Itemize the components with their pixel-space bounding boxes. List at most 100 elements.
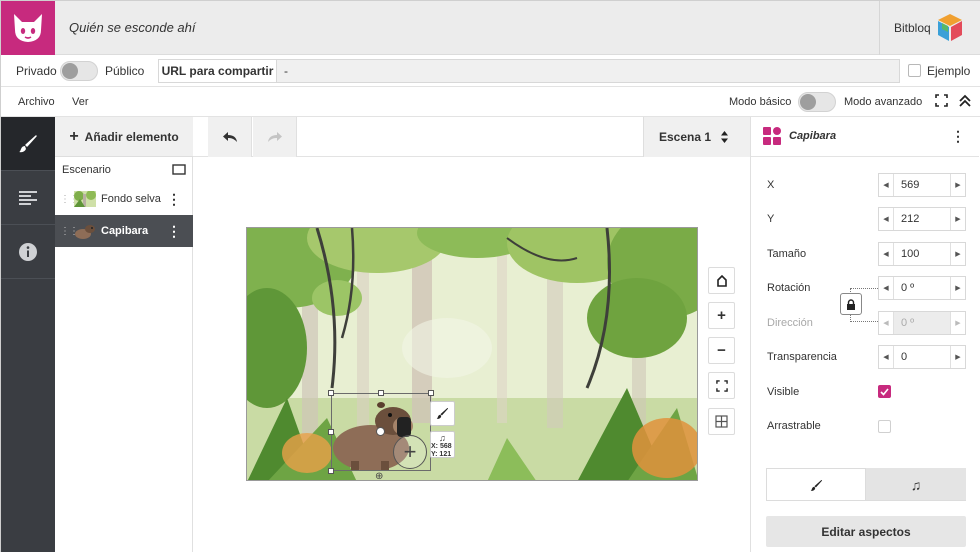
undo-icon [222,132,237,142]
zoom-out-button[interactable]: − [708,337,735,364]
fullscreen-icon [715,379,728,392]
decrement-icon[interactable]: ◀ [879,243,893,265]
menu-file[interactable]: Archivo [18,96,55,108]
x-label: X [767,179,775,191]
public-label: Público [105,64,145,78]
coord-readout-y: Y: 121 [431,451,452,458]
scene-selector[interactable]: Escena 1 [643,117,751,157]
x-value[interactable]: 569 [893,174,951,196]
drag-handle-icon[interactable]: ⋮⋮ [60,194,79,205]
visibility-toggle[interactable] [60,61,98,81]
advanced-mode-label: Modo avanzado [844,96,923,108]
move-crosshair-icon[interactable]: + [393,435,427,469]
scenario-label: Escenario [62,164,111,176]
increment-icon[interactable]: ▶ [951,174,965,196]
bitbloq-cube-icon[interactable] [936,13,964,46]
code-tab[interactable] [1,171,55,225]
share-url-button[interactable]: URL para compartir [158,59,276,83]
add-element-button[interactable]: + Añadir elemento [55,117,193,157]
sounds-tab[interactable]: ♫ [866,468,966,501]
jungle-thumbnail [74,191,96,207]
resize-handle[interactable] [328,429,334,435]
direction-label: Dirección [767,317,813,329]
mode-toggle[interactable] [798,92,836,112]
home-view-button[interactable] [708,267,735,294]
anchor-icon[interactable]: ⊕ [375,471,383,482]
decrement-icon: ◀ [883,320,889,327]
grid-toggle-button[interactable] [708,408,735,435]
stage-view-icon[interactable] [172,164,186,178]
direction-value: 0 º [893,312,951,334]
draggable-checkbox[interactable] [878,420,891,433]
size-stepper[interactable]: ◀ 100 ▶ [878,242,966,266]
increment-icon[interactable]: ▶ [951,346,965,368]
more-options-icon[interactable]: ⋮ [951,128,965,145]
collapse-icon[interactable] [958,94,972,111]
lock-button[interactable] [840,293,862,315]
size-value[interactable]: 100 [893,243,951,265]
fullscreen-icon[interactable] [935,94,948,110]
resize-handle[interactable] [328,468,334,474]
share-url-field[interactable]: - [276,59,900,83]
rotation-handle[interactable] [376,427,385,436]
size-label: Tamaño [767,248,807,260]
increment-icon[interactable]: ▶ [951,277,965,299]
app-logo[interactable] [1,1,55,55]
checkmark-icon [880,387,889,396]
brand-label: Bitbloq [894,21,931,35]
info-tab[interactable] [1,225,55,279]
undo-button[interactable] [208,117,252,157]
decrement-icon[interactable]: ◀ [879,277,893,299]
stage[interactable] [246,227,698,481]
redo-button[interactable] [253,117,297,157]
increment-icon[interactable]: ▶ [951,243,965,265]
coordinates-badge: ♫ X: 568 Y: 121 [430,431,455,458]
more-options-icon[interactable]: ⋮ [167,223,181,240]
brush-icon [19,134,37,152]
element-row-capybara[interactable]: ⋮⋮ Capibara ⋮ [55,215,193,247]
fit-view-button[interactable] [708,372,735,399]
edit-costume-button[interactable] [430,401,455,426]
element-label: Capibara [101,225,149,237]
more-options-icon[interactable]: ⋮ [167,191,181,208]
fox-logo-icon [14,14,42,42]
element-name[interactable]: Capibara [789,130,836,142]
capybara-thumbnail [75,225,95,239]
y-label: Y [767,213,775,225]
transparency-value[interactable]: 0 [893,346,951,368]
project-title[interactable]: Quién se esconde ahí [69,20,195,35]
example-checkbox[interactable] [908,64,921,77]
element-type-icon [763,127,781,148]
edit-aspects-button[interactable]: Editar aspectos [766,516,966,547]
y-value[interactable]: 212 [893,208,951,230]
tabs-divider [766,500,966,501]
x-stepper[interactable]: ◀ 569 ▶ [878,173,966,197]
menu-view[interactable]: Ver [72,96,89,108]
rotation-stepper[interactable]: ◀ 0 º ▶ [878,276,966,300]
decrement-icon[interactable]: ◀ [879,208,893,230]
resize-handle[interactable] [328,390,334,396]
drag-handle-icon[interactable]: ⋮⋮ [60,226,79,237]
design-tab[interactable] [1,117,55,171]
aspect-tabs: ♫ [766,468,966,501]
y-stepper[interactable]: ◀ 212 ▶ [878,207,966,231]
example-label: Ejemplo [927,64,971,78]
toggle-knob [62,63,78,79]
increment-icon[interactable]: ▶ [951,208,965,230]
increment-icon: ▶ [955,320,961,327]
plus-icon: + [717,307,726,324]
rotation-value[interactable]: 0 º [893,277,951,299]
costumes-tab[interactable] [766,468,866,501]
resize-handle[interactable] [378,390,384,396]
add-element-label: Añadir elemento [84,129,179,144]
decrement-icon[interactable]: ◀ [879,174,893,196]
draggable-label: Arrastrable [767,420,821,432]
scene-label: Escena 1 [659,130,712,144]
element-row-jungle[interactable]: ⋮⋮ Fondo selva ⋮ [55,183,193,215]
resize-handle[interactable] [428,390,434,396]
transparency-stepper[interactable]: ◀ 0 ▶ [878,345,966,369]
decrement-icon[interactable]: ◀ [879,346,893,368]
visible-checkbox[interactable] [878,385,891,398]
direction-stepper: ◀ 0 º ▶ [878,311,966,335]
zoom-in-button[interactable]: + [708,302,735,329]
